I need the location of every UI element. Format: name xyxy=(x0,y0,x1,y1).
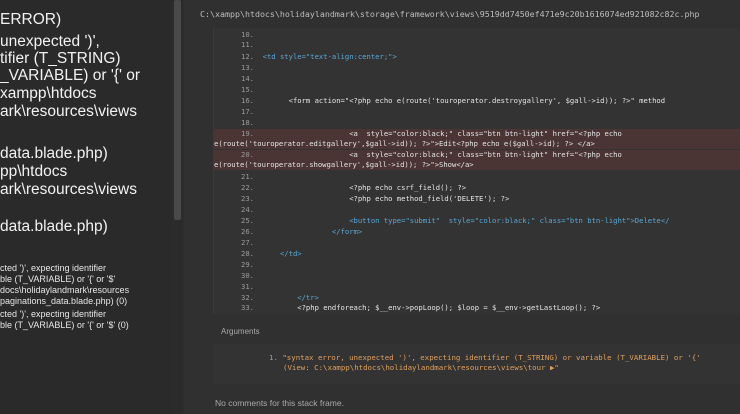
code-line: 22. <?php echo csrf_field(); ?> xyxy=(241,183,467,192)
code-line-highlighted: 19. <a style="color:black;" class="btn b… xyxy=(214,129,740,139)
code-line: 29. xyxy=(241,260,254,269)
error-text: _VARIABLE) or '{' or xyxy=(0,67,141,84)
error-text: xampp\htdocs xyxy=(0,85,97,102)
stack-frame-text[interactable]: cted ')', expecting identifier xyxy=(0,263,106,274)
code-line: 13. xyxy=(241,63,254,72)
stack-frame-text[interactable]: ble (T_VARIABLE) or '{' or '$' (0) xyxy=(0,320,129,331)
code-viewer: 10. 11. 12. <td style="text-align:center… xyxy=(213,28,740,314)
error-text: data.blade.php) xyxy=(0,218,108,235)
code-line: 16. <form action="<?php echo e(route('to… xyxy=(241,96,666,105)
code-line: 31. xyxy=(241,282,254,291)
arguments-box: 1. "syntax error, unexpected ')', expect… xyxy=(213,344,740,384)
error-text: ark\resources\views xyxy=(0,181,137,198)
stack-frame-text[interactable]: docs\holidaylandmark\resources xyxy=(0,285,129,296)
code-line: 12. <td style="text-align:center;"> xyxy=(241,52,397,61)
code-line-highlighted: e(route('touroperator.editgallery',$gall… xyxy=(214,139,740,149)
code-line: 21. xyxy=(241,172,254,181)
error-list-panel: ERROR) unexpected ')', tifier (T_STRING)… xyxy=(0,0,172,414)
code-line: 24. xyxy=(241,205,254,214)
code-line: 23. <?php echo method_field('DELETE'); ?… xyxy=(241,194,510,203)
code-line: 28. </td> xyxy=(241,249,302,258)
file-path: C:\xampp\htdocs\holidaylandmark\storage\… xyxy=(200,9,700,19)
error-text: ark\resources\views xyxy=(0,103,137,120)
code-line: 10. xyxy=(241,30,254,39)
code-line: 27. xyxy=(241,238,254,247)
stack-frame-text[interactable]: cted ')', expecting identifier xyxy=(0,309,106,320)
scrollbar-thumb[interactable] xyxy=(174,0,181,220)
code-line: 32. </tr> xyxy=(241,293,319,302)
code-line: 11. xyxy=(241,40,254,49)
code-line-highlighted: 20. <a style="color:black;" class="btn b… xyxy=(214,150,740,160)
code-line: 17. xyxy=(241,107,254,116)
code-line: 30. xyxy=(241,271,254,280)
code-line: 33. <?php endforeach; $__env->popLoop();… xyxy=(241,303,601,312)
arguments-label: Arguments xyxy=(221,327,260,336)
no-comments-text: No comments for this stack frame. xyxy=(215,398,344,408)
stack-frame-text[interactable]: paginations_data.blade.php) (0) xyxy=(0,296,127,307)
code-line: 26. </form> xyxy=(241,227,363,236)
error-text: unexpected ')', xyxy=(0,33,100,50)
code-line: 14. xyxy=(241,74,254,83)
argument-line: 1. "syntax error, unexpected ')', expect… xyxy=(269,353,701,362)
code-line-highlighted: e(route('touroperator.showgallery',$gall… xyxy=(214,160,740,170)
error-text: tifier (T_STRING) xyxy=(0,50,121,67)
code-line: 25. <button type="submit" style="color:b… xyxy=(241,216,670,225)
code-line: 15. xyxy=(241,85,254,94)
error-text: data.blade.php) xyxy=(0,145,108,162)
error-heading: ERROR) xyxy=(0,11,62,28)
frame-details-panel: C:\xampp\htdocs\holidaylandmark\storage\… xyxy=(184,0,740,414)
argument-line-expand[interactable]: (View: C:\xampp\htdocs\holidaylandmark\r… xyxy=(283,363,559,373)
stack-frame-text[interactable]: ble (T_VARIABLE) or '{' or '$' xyxy=(0,274,115,285)
code-line: 18. xyxy=(241,118,254,127)
error-text: pp\htdocs xyxy=(0,163,68,180)
